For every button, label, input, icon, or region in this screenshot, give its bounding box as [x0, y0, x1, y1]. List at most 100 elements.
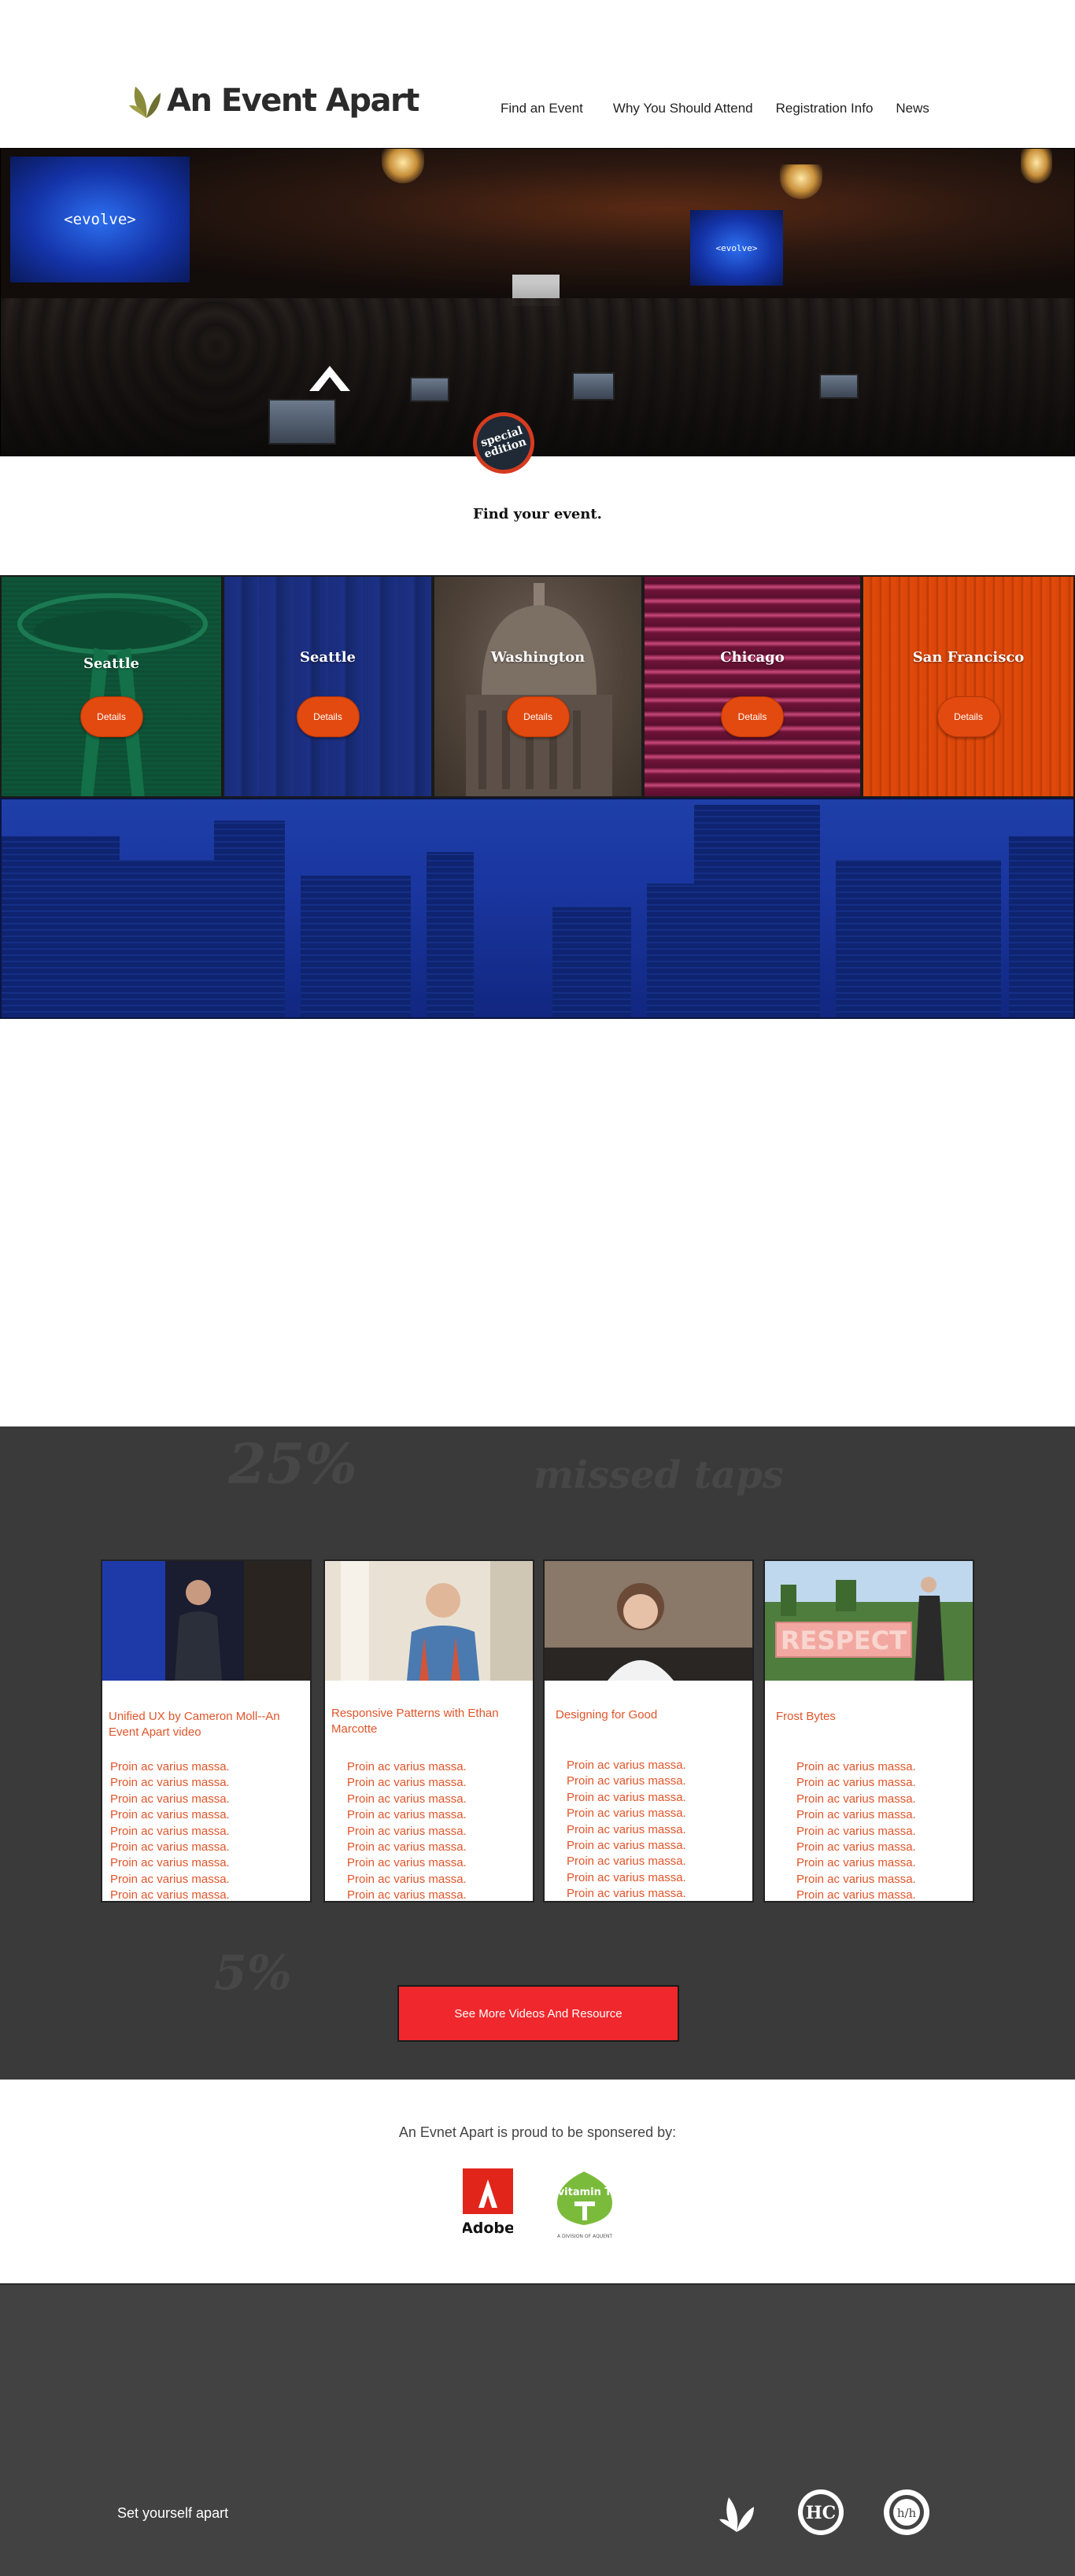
building	[427, 852, 474, 1017]
event-city: Chicago	[720, 649, 785, 666]
list-item: Proin ac varius massa.	[347, 1824, 467, 1838]
list-item: Proin ac varius massa.	[110, 1824, 230, 1838]
building	[694, 805, 820, 1017]
background-word: missed taps	[534, 1453, 784, 1497]
vitamin-t-logo-icon[interactable]: vitamin T A DIVISION OF AQUENT	[549, 2168, 620, 2241]
video-card[interactable]: Unified UX by Cameron Moll--An Event Apa…	[101, 1559, 312, 1902]
event-details-button[interactable]: Details	[721, 696, 784, 737]
list-item: Proin ac varius massa.	[347, 1808, 467, 1822]
video-title[interactable]: Designing for Good	[556, 1707, 743, 1723]
see-more-videos-button[interactable]: See More Videos And Resource	[397, 1985, 679, 2042]
city-skyline-banner	[0, 798, 1075, 1019]
hc-badge-icon[interactable]: HC	[796, 2488, 845, 2537]
brand-name: An Event Apart	[167, 83, 419, 119]
video-card[interactable]: Responsive Patterns with Ethan Marcotte …	[323, 1559, 534, 1902]
list-item: Proin ac varius massa.	[347, 1856, 467, 1870]
event-details-button[interactable]: Details	[296, 696, 360, 737]
list-item: Proin ac varius massa.	[110, 1872, 230, 1886]
videos-section: 25% missed taps 5% Unified UX by Cameron…	[0, 1426, 1075, 2080]
hc-badge-text: HC	[806, 2503, 836, 2523]
list-item: Proin ac varius massa.	[567, 1807, 686, 1821]
brand-logo[interactable]: An Event Apart	[129, 82, 419, 120]
video-list: Proin ac varius massa. Proin ac varius m…	[567, 1758, 686, 1902]
video-list: Proin ac varius massa. Proin ac varius m…	[347, 1759, 467, 1904]
video-thumbnail[interactable]	[325, 1561, 533, 1681]
event-tile-washington: Washington Details	[433, 575, 643, 798]
nav-find-event[interactable]: Find an Event	[501, 101, 583, 116]
list-item: Proin ac varius massa.	[796, 1840, 916, 1854]
hero-banner: <evolve> <evolve>	[0, 148, 1075, 456]
building	[836, 860, 930, 1017]
video-title[interactable]: Unified UX by Cameron Moll--An Event Apa…	[109, 1709, 301, 1740]
event-city: San Francisco	[912, 649, 1025, 666]
event-details-button[interactable]: Details	[79, 696, 143, 737]
projection-screen-right: <evolve>	[690, 210, 783, 286]
event-tile-seattle-2: Seattle Details	[223, 575, 433, 798]
laptop	[410, 377, 449, 402]
list-item: Proin ac varius massa.	[796, 1760, 916, 1773]
list-item: Proin ac varius massa.	[347, 1760, 467, 1773]
list-item: Proin ac varius massa.	[567, 1887, 686, 1901]
event-details-button[interactable]: Details	[506, 696, 570, 737]
vitamint-sub: A DIVISION OF AQUENT	[557, 2234, 612, 2239]
list-item: Proin ac varius massa.	[347, 1776, 467, 1790]
building	[301, 876, 411, 1017]
list-item: Proin ac varius massa.	[567, 1790, 686, 1804]
list-item: Proin ac varius massa.	[110, 1776, 230, 1790]
leaf-logo-icon[interactable]	[713, 2488, 762, 2537]
leaf-logo-icon	[129, 87, 161, 118]
laptop	[572, 372, 615, 400]
hh-badge-text: h/h	[897, 2506, 917, 2520]
video-thumbnail[interactable]: RESPECT	[765, 1561, 973, 1681]
chandelier	[1021, 149, 1052, 183]
building	[552, 907, 631, 1017]
event-tile-chicago: Chicago Details	[643, 575, 862, 798]
list-item: Proin ac varius massa.	[567, 1822, 686, 1836]
list-item: Proin ac varius massa.	[347, 1872, 467, 1886]
video-card[interactable]: RESPECT Frost Bytes Proin ac varius mass…	[763, 1559, 974, 1902]
video-title[interactable]: Responsive Patterns with Ethan Marcotte	[331, 1706, 523, 1737]
find-event-title: Find your event.	[473, 506, 602, 522]
event-tile-san-francisco: San Francisco Details	[862, 575, 1075, 798]
video-thumbnail[interactable]	[102, 1561, 310, 1681]
nav-why-attend[interactable]: Why You Should Attend	[613, 101, 753, 116]
hh-badge-icon[interactable]: h/h	[882, 2488, 931, 2537]
building	[2, 836, 120, 1017]
list-item: Proin ac varius massa.	[110, 1840, 230, 1854]
event-city: Seattle	[299, 649, 356, 666]
list-item: Proin ac varius massa.	[796, 1776, 916, 1790]
vitamint-label: vitamin T	[558, 2187, 612, 2198]
building	[930, 860, 1001, 1017]
main-nav: Find an Event Why You Should Attend Regi…	[501, 101, 929, 116]
list-item: Proin ac varius massa.	[110, 1760, 230, 1773]
background-word: 25%	[228, 1431, 357, 1497]
event-details-button[interactable]: Details	[936, 696, 1000, 737]
video-title[interactable]: Frost Bytes	[776, 1709, 963, 1725]
video-list: Proin ac varius massa. Proin ac varius m…	[110, 1759, 230, 1904]
event-city: Seattle	[83, 655, 140, 672]
audience-shade	[1, 282, 1074, 456]
list-item: Proin ac varius massa.	[567, 1870, 686, 1884]
background-word: 5%	[214, 1946, 292, 2001]
site-footer: Set yourself apart HC h/h	[0, 2283, 1075, 2576]
list-item: Proin ac varius massa.	[796, 1856, 916, 1870]
video-thumbnail[interactable]	[545, 1561, 752, 1681]
nav-registration-info[interactable]: Registration Info	[776, 101, 874, 116]
list-item: Proin ac varius massa.	[796, 1808, 916, 1822]
space-needle-graphic	[17, 593, 208, 796]
list-item: Proin ac varius massa.	[567, 1839, 686, 1853]
list-item: Proin ac varius massa.	[567, 1774, 686, 1788]
list-item: Proin ac varius massa.	[110, 1792, 230, 1806]
video-card[interactable]: Designing for Good Proin ac varius massa…	[543, 1559, 754, 1902]
building	[647, 884, 694, 1017]
nav-news[interactable]: News	[896, 101, 929, 116]
laptop	[819, 374, 859, 399]
list-item: Proin ac varius massa.	[347, 1792, 467, 1806]
aea-mountain-icon	[309, 366, 350, 391]
list-item: Proin ac varius massa.	[110, 1808, 230, 1822]
event-tiles: Seattle Details Seattle Details Washingt…	[0, 575, 1075, 798]
adobe-logo-icon[interactable]: Adobe	[463, 2168, 513, 2238]
list-item: Proin ac varius massa.	[796, 1792, 916, 1806]
site-header: An Event Apart Find an Event Why You Sho…	[0, 0, 1075, 148]
footer-tagline: Set yourself apart	[117, 2505, 229, 2521]
